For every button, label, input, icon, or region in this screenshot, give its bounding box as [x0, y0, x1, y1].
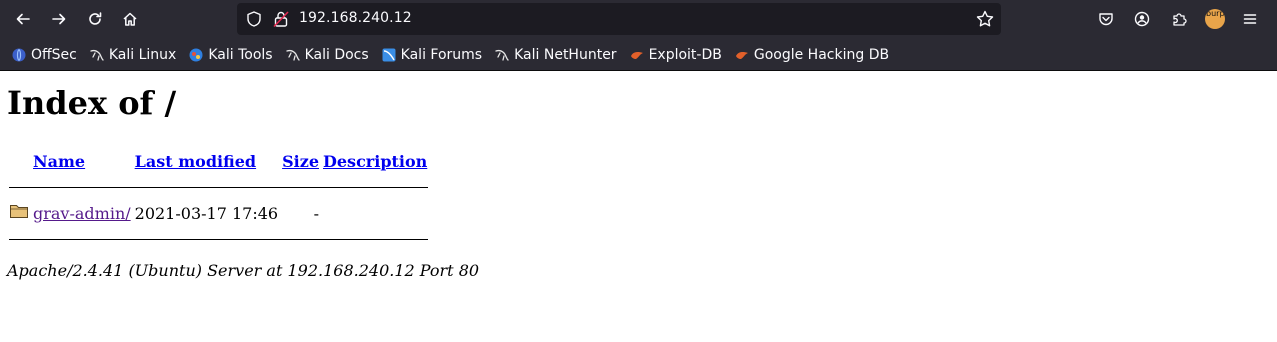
account-button[interactable]: [1128, 5, 1156, 33]
sort-by-last-modified-link[interactable]: Last modified: [135, 152, 256, 171]
bookmarks-toolbar: OffSec Kali Linux Kali Tools Kali Docs K…: [0, 42, 1277, 68]
bookmark-label: Google Hacking DB: [753, 47, 890, 63]
sort-by-description-link[interactable]: Description: [323, 152, 427, 171]
kali-dragon-icon: [495, 49, 509, 61]
bookmark-label: Kali Linux: [108, 47, 177, 63]
reload-button[interactable]: [81, 5, 109, 33]
navigation-row: 192.168.240.12 burp: [0, 0, 1277, 38]
sort-by-name-link[interactable]: Name: [33, 152, 85, 171]
burp-icon: burp: [1205, 9, 1225, 29]
kali-tools-icon: [189, 48, 203, 62]
pocket-icon: [1099, 13, 1113, 26]
offsec-icon: [12, 48, 26, 62]
size-cell: -: [313, 203, 319, 223]
directory-link-grav-admin[interactable]: grav-admin/: [33, 204, 131, 223]
account-icon: [1134, 11, 1150, 27]
name-column-header: Name: [32, 149, 132, 173]
home-icon: [123, 12, 137, 26]
sort-by-size-link[interactable]: Size: [282, 152, 319, 171]
forward-button[interactable]: [45, 5, 73, 33]
pocket-button[interactable]: [1092, 5, 1120, 33]
hamburger-menu-icon: [1243, 14, 1257, 24]
bookmark-star-icon[interactable]: [975, 9, 995, 29]
page-title: Index of /: [7, 84, 177, 122]
forward-arrow-icon: [52, 13, 66, 25]
reload-icon: [89, 12, 102, 25]
menu-button[interactable]: [1236, 5, 1264, 33]
bookmark-kali-forums[interactable]: Kali Forums: [377, 43, 486, 67]
bookmark-label: Kali Tools: [208, 47, 273, 63]
divider-row: [9, 227, 429, 251]
puzzle-icon: [1173, 13, 1187, 26]
folder-icon-header: [9, 149, 30, 173]
page-content: Index of / Name Last modified Size Descr…: [0, 71, 1277, 280]
description-cell: [322, 201, 428, 225]
exploit-db-icon: [630, 52, 643, 59]
bookmark-offsec[interactable]: OffSec: [7, 43, 81, 67]
bookmark-label: Kali NetHunter: [514, 47, 617, 63]
kali-dragon-icon: [90, 49, 104, 61]
tracking-protection-shield-icon[interactable]: [245, 10, 263, 28]
bookmark-label: OffSec: [31, 47, 77, 63]
table-header-row: Name Last modified Size Description: [9, 149, 428, 173]
description-column-header: Description: [322, 149, 428, 173]
bookmark-kali-linux[interactable]: Kali Linux: [85, 43, 180, 67]
folder-icon: [10, 205, 28, 218]
bookmark-label: Exploit-DB: [648, 47, 722, 63]
bookmark-label: Kali Forums: [400, 47, 483, 63]
bookmark-exploit-db[interactable]: Exploit-DB: [625, 43, 726, 67]
bookmark-kali-tools[interactable]: Kali Tools: [184, 43, 276, 67]
insecure-lock-icon[interactable]: [273, 10, 289, 28]
home-button[interactable]: [116, 5, 144, 33]
size-column-header: Size: [281, 149, 320, 173]
divider-row: [9, 175, 429, 199]
url-text[interactable]: 192.168.240.12: [299, 10, 412, 26]
table-row: grav-admin/ 2021-03-17 17:46 -: [9, 201, 428, 225]
bookmark-kali-nethunter[interactable]: Kali NetHunter: [490, 43, 620, 67]
back-arrow-icon: [16, 13, 30, 25]
kali-forums-icon: [382, 48, 396, 62]
last-modified-cell: 2021-03-17 17:46: [134, 203, 279, 223]
exploit-db-icon: [735, 52, 748, 59]
address-bar[interactable]: 192.168.240.12: [237, 3, 1001, 35]
back-button[interactable]: [9, 5, 37, 33]
horizontal-rule: [9, 238, 429, 240]
extensions-button[interactable]: [1165, 5, 1193, 33]
horizontal-rule: [9, 186, 429, 188]
last-modified-column-header: Last modified: [134, 149, 279, 173]
directory-listing-table: Name Last modified Size Description grav…: [7, 147, 430, 253]
bookmark-google-hacking-db[interactable]: Google Hacking DB: [730, 43, 893, 67]
browser-toolbar: 192.168.240.12 burp OffSec Kali Linux Ka…: [0, 0, 1277, 71]
bookmark-kali-docs[interactable]: Kali Docs: [281, 43, 373, 67]
burp-extension-button[interactable]: burp: [1201, 5, 1229, 33]
server-signature: Apache/2.4.41 (Ubuntu) Server at 192.168…: [7, 261, 480, 280]
bookmark-label: Kali Docs: [304, 47, 369, 63]
kali-dragon-icon: [285, 49, 300, 61]
name-cell: grav-admin/: [32, 201, 132, 225]
